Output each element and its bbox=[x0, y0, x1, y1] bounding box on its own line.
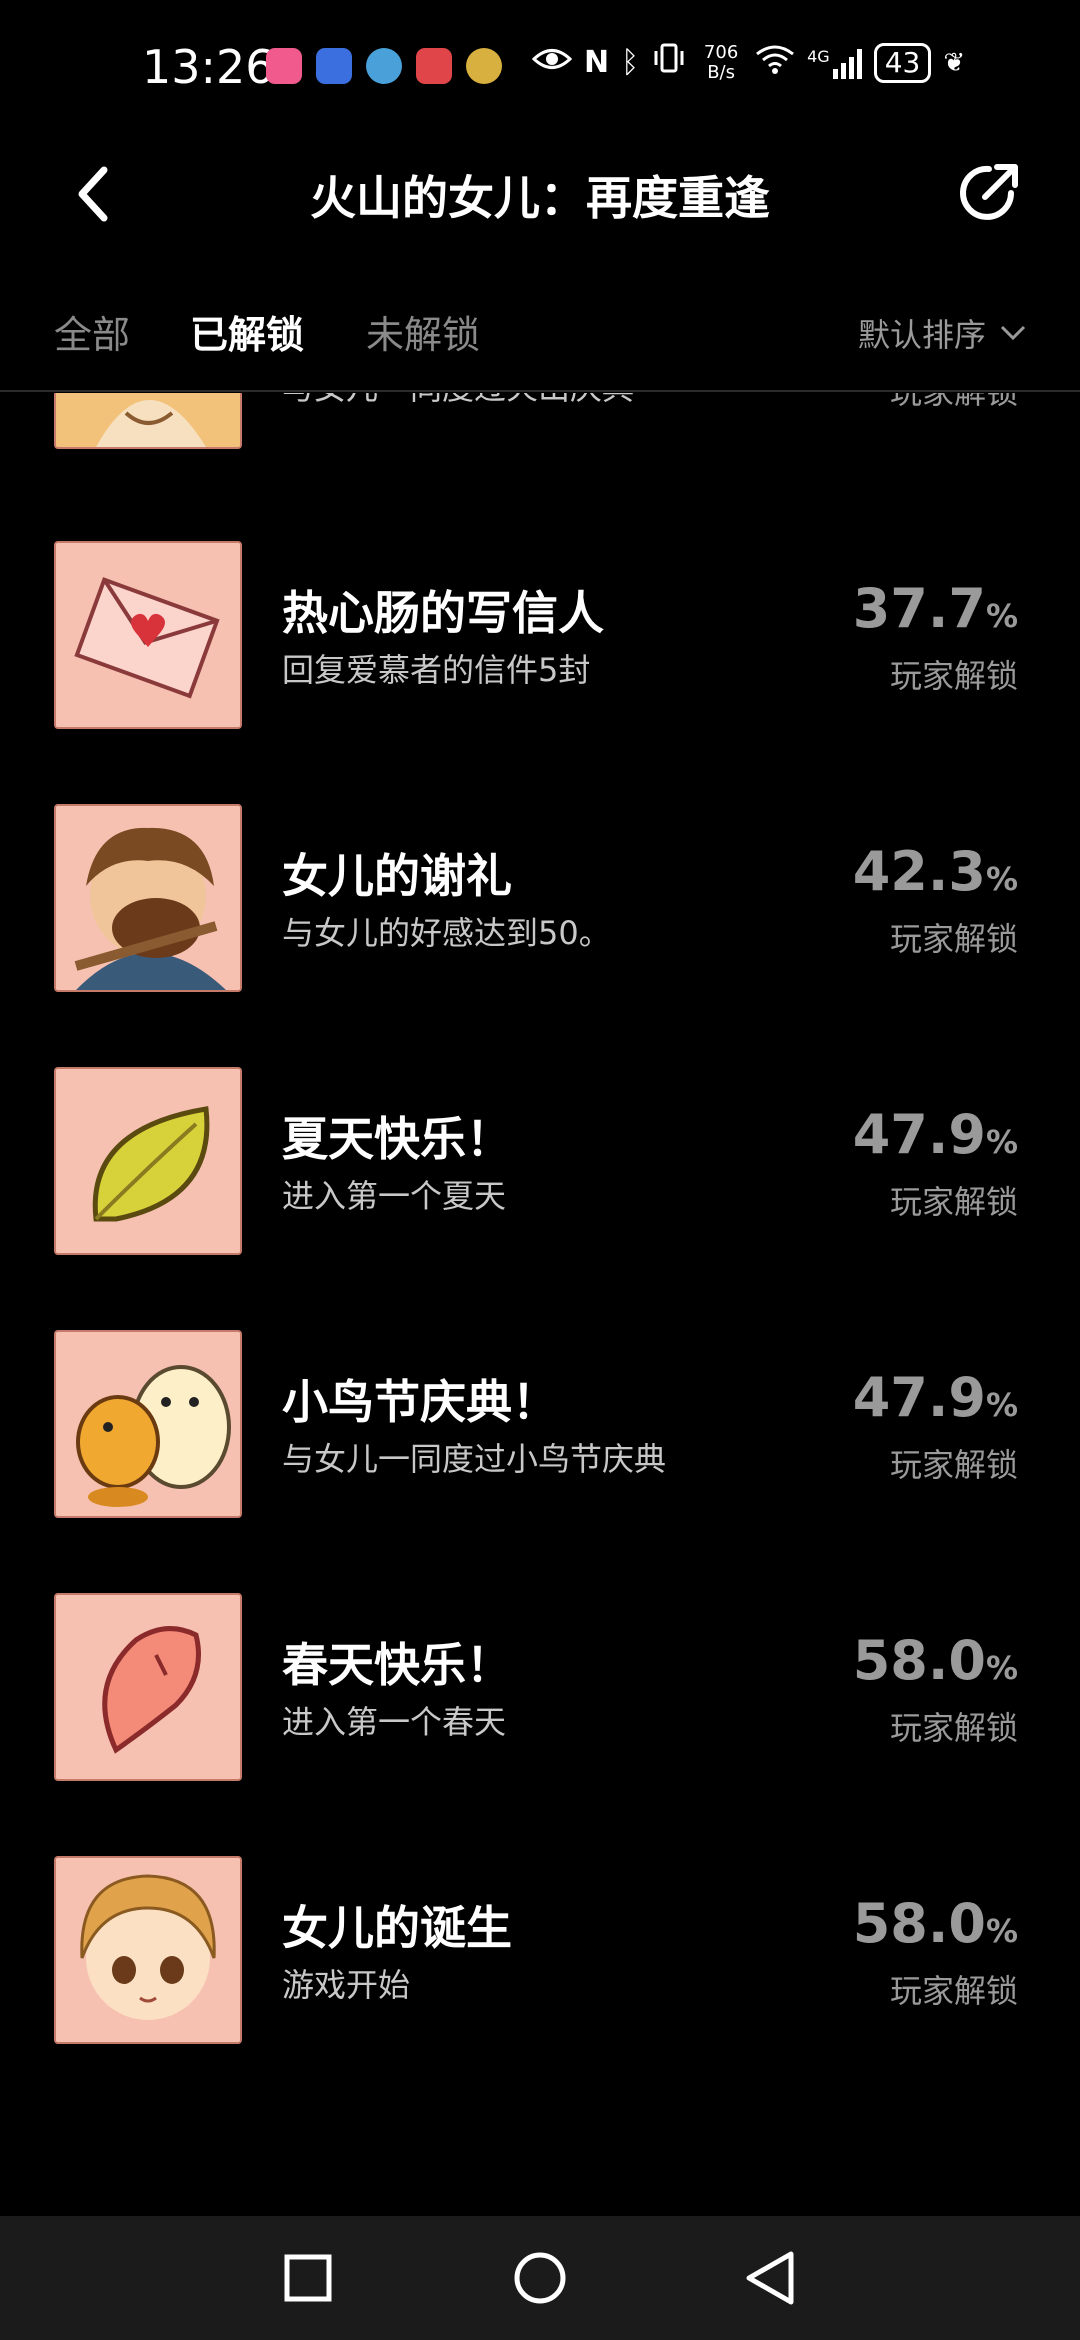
pct-sign: % bbox=[985, 1912, 1018, 1950]
achievement-item[interactable]: 女儿的谢礼 与女儿的好感达到50。 42.3% 玩家解锁 bbox=[0, 804, 1080, 994]
achievement-desc: 与女儿一同度过火山庆典 bbox=[282, 393, 634, 409]
achievement-desc: 与女儿的好感达到50。 bbox=[282, 914, 611, 952]
unlock-label: 玩家解锁 bbox=[889, 1709, 1018, 1747]
unlock-label: 玩家解锁 bbox=[889, 657, 1018, 695]
unlock-label: 玩家解锁 bbox=[889, 1446, 1018, 1484]
petal-icon bbox=[54, 1593, 242, 1781]
nfc-icon: N bbox=[584, 45, 610, 80]
bluetooth-icon: ᛒ bbox=[621, 45, 640, 80]
pct-value: 58.0 bbox=[852, 1629, 986, 1692]
pct-value: 42.3 bbox=[852, 840, 986, 903]
girl-portrait-icon bbox=[54, 393, 242, 449]
battery-indicator: 43 bbox=[873, 42, 932, 83]
achievement-item[interactable]: 春天快乐！ 进入第一个春天 58.0% 玩家解锁 bbox=[0, 1593, 1080, 1783]
birds-icon bbox=[54, 1330, 242, 1518]
pct-value: 58.0 bbox=[852, 1892, 986, 1955]
achievement-name: 热心肠的写信人 bbox=[282, 586, 604, 640]
unlock-label: 玩家解锁 bbox=[890, 393, 1018, 413]
achievement-item[interactable]: 热心肠的写信人 回复爱慕者的信件5封 37.7% 玩家解锁 bbox=[0, 541, 1080, 731]
unlock-percentage: 42.3% bbox=[853, 840, 1018, 903]
achievement-name: 夏天快乐！ bbox=[282, 1112, 512, 1166]
achievement-item[interactable]: 小鸟节庆典！ 与女儿一同度过小鸟节庆典 47.9% 玩家解锁 bbox=[0, 1330, 1080, 1520]
pct-value: 37.7 bbox=[852, 577, 986, 640]
pct-value: 47.9 bbox=[852, 1103, 986, 1166]
tab-all[interactable]: 全部 bbox=[54, 304, 130, 359]
top-bar: 火山的女儿：再度重逢 bbox=[0, 140, 1080, 250]
baidu-icon bbox=[316, 48, 352, 84]
achievement-item[interactable]: 夏天快乐！ 进入第一个夏天 47.9% 玩家解锁 bbox=[0, 1067, 1080, 1257]
pct-sign: % bbox=[985, 1649, 1018, 1687]
tab-locked[interactable]: 未解锁 bbox=[366, 304, 480, 359]
status-bar: 13:26 N ᛒ 706 B/s 4G 43 ❦ bbox=[0, 0, 1080, 130]
sort-dropdown[interactable]: 默认排序 bbox=[858, 310, 1026, 356]
unlock-percentage: 47.9% bbox=[853, 1366, 1018, 1429]
system-icons: N ᛒ 706 B/s 4G 43 ❦ bbox=[531, 41, 966, 83]
unlock-label: 玩家解锁 bbox=[889, 920, 1018, 958]
page-title: 火山的女儿：再度重逢 bbox=[310, 171, 770, 225]
system-nav-bar bbox=[0, 2216, 1080, 2340]
triangle-back-icon bbox=[746, 2251, 794, 2305]
filter-tabs: 全部 已解锁 未解锁 默认排序 bbox=[0, 290, 1080, 392]
achievement-desc: 回复爱慕者的信件5封 bbox=[282, 651, 591, 689]
vibrate-icon bbox=[651, 42, 687, 83]
chevron-down-icon bbox=[1000, 325, 1026, 341]
status-time: 13:26 bbox=[142, 40, 275, 94]
leaf-icon bbox=[54, 1067, 242, 1255]
achievement-item[interactable]: 女儿的诞生 游戏开始 58.0% 玩家解锁 bbox=[0, 1856, 1080, 2046]
unlock-percentage: 37.7% bbox=[853, 577, 1018, 640]
baby-portrait-icon bbox=[54, 1856, 242, 2044]
pct-value: 47.9 bbox=[852, 1366, 986, 1429]
pct-sign: % bbox=[985, 1123, 1018, 1161]
achievement-desc: 进入第一个春天 bbox=[282, 1703, 507, 1741]
achievement-name: 小鸟节庆典！ bbox=[282, 1375, 558, 1429]
pct-sign: % bbox=[985, 860, 1018, 898]
signal-icon: 4G bbox=[807, 47, 862, 79]
unlock-percentage: 58.0% bbox=[853, 1892, 1018, 1955]
unlock-percentage: 47.9% bbox=[853, 1103, 1018, 1166]
leaf-status-icon: ❦ bbox=[943, 47, 966, 78]
achievement-name: 春天快乐！ bbox=[282, 1638, 512, 1692]
eye-icon bbox=[531, 43, 573, 83]
unlock-label: 玩家解锁 bbox=[889, 1972, 1018, 2010]
back-nav-button[interactable] bbox=[738, 2246, 802, 2310]
home-button[interactable] bbox=[508, 2246, 572, 2310]
achievement-item[interactable]: 与女儿一同度过火山庆典 玩家解锁 bbox=[0, 393, 1080, 451]
achievement-list: 与女儿一同度过火山庆典 玩家解锁 热心肠的写信人 回复爱慕者的信件5封 37.7… bbox=[0, 393, 1080, 2213]
notification-icons bbox=[266, 48, 502, 84]
love-letter-icon bbox=[54, 541, 242, 729]
pct-sign: % bbox=[985, 1386, 1018, 1424]
unlock-label: 玩家解锁 bbox=[889, 1183, 1018, 1221]
achievement-desc: 游戏开始 bbox=[282, 1966, 411, 2004]
achievement-desc: 与女儿一同度过小鸟节庆典 bbox=[282, 1440, 667, 1478]
square-icon bbox=[284, 2254, 332, 2302]
achievement-desc: 进入第一个夏天 bbox=[282, 1177, 507, 1215]
book-app-icon bbox=[416, 48, 452, 84]
globe-app-icon bbox=[366, 48, 402, 84]
game-app-icon bbox=[466, 48, 502, 84]
circle-icon bbox=[514, 2252, 566, 2304]
unlock-percentage: 58.0% bbox=[853, 1629, 1018, 1692]
achievement-name: 女儿的诞生 bbox=[282, 1901, 512, 1955]
network-speed: 706 B/s bbox=[703, 41, 739, 83]
recents-button[interactable] bbox=[276, 2246, 340, 2310]
bilibili-icon bbox=[266, 48, 302, 84]
achievement-name: 女儿的谢礼 bbox=[282, 849, 512, 903]
sort-label: 默认排序 bbox=[857, 316, 986, 354]
wifi-icon bbox=[755, 43, 795, 83]
share-button[interactable] bbox=[948, 150, 1032, 234]
bearded-man-icon bbox=[54, 804, 242, 992]
tab-unlocked[interactable]: 已解锁 bbox=[190, 304, 304, 359]
share-icon bbox=[960, 164, 1018, 220]
pct-sign: % bbox=[985, 597, 1018, 635]
